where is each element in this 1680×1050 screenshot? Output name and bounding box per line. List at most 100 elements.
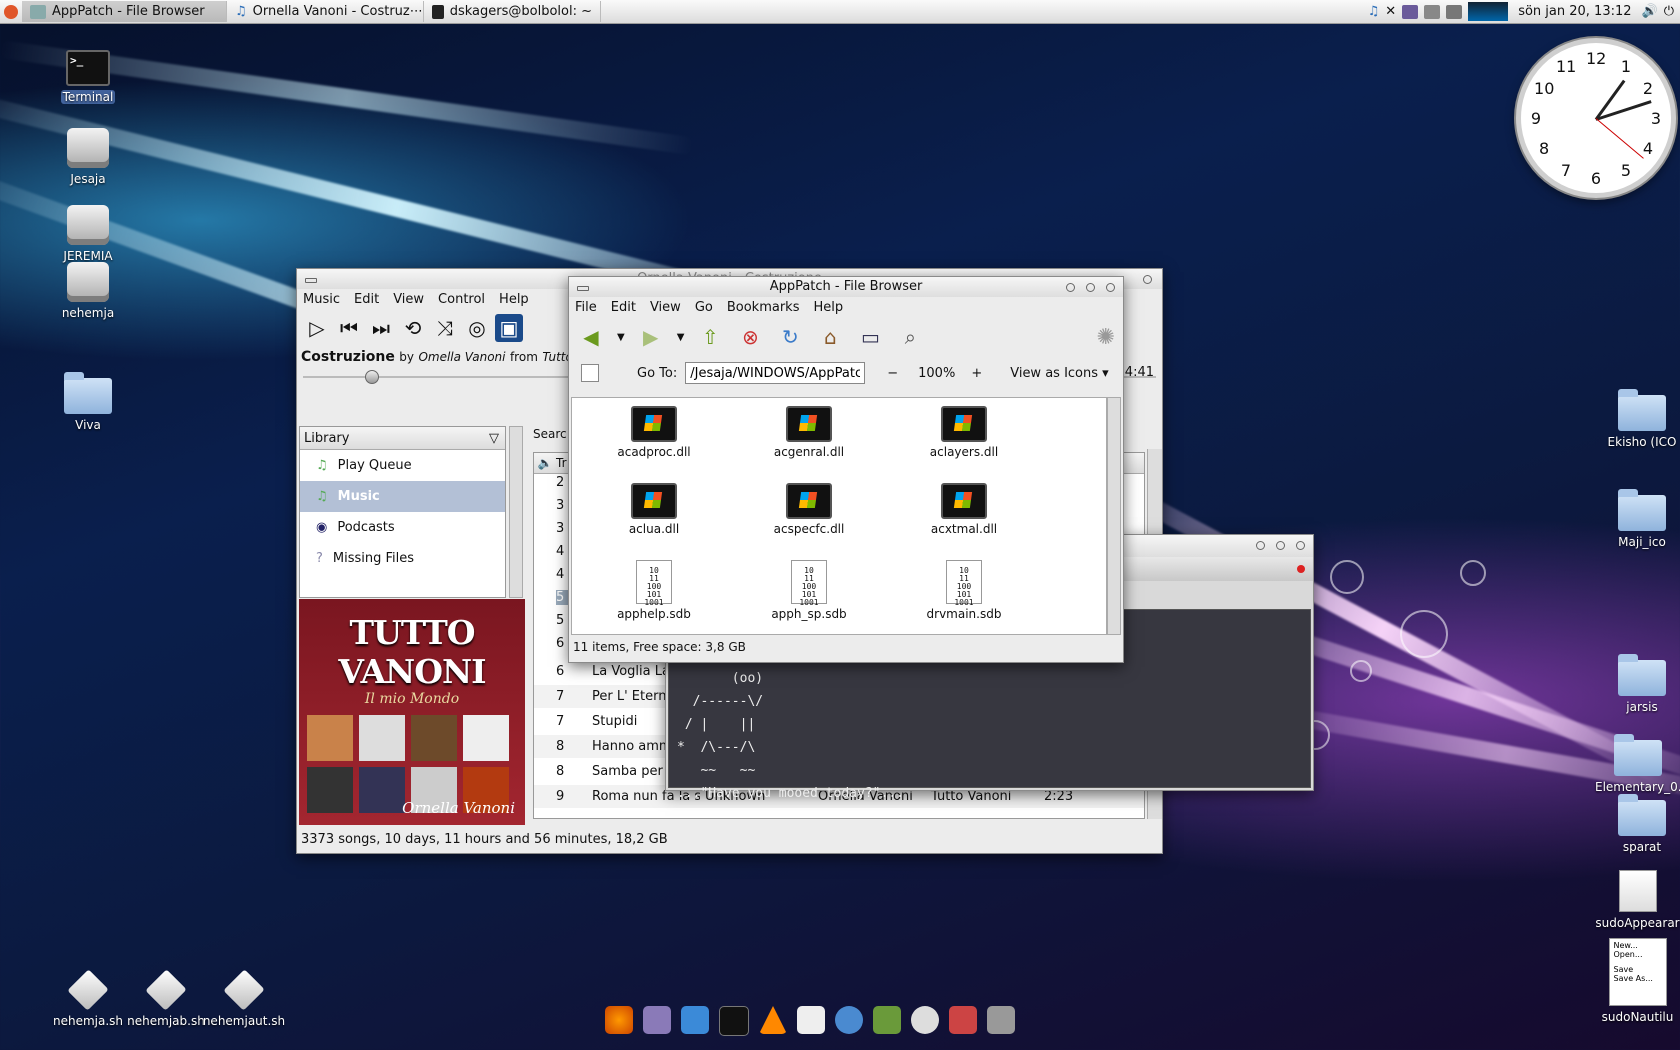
vlc-icon[interactable] [759, 1006, 787, 1034]
menu-help[interactable]: Help [813, 300, 843, 315]
ubuntu-logo-icon[interactable] [0, 1, 22, 22]
desktop-icon-jesaja[interactable]: Jesaja [43, 128, 133, 186]
forward-icon[interactable]: ▶ [637, 323, 665, 351]
column-track[interactable]: Tr [556, 456, 567, 470]
desktop-icon-viva[interactable]: Viva [43, 372, 133, 432]
system-monitor-icon[interactable] [1468, 2, 1509, 21]
track-n: 7 [556, 714, 565, 729]
file-item[interactable]: acspecfc.dll [749, 483, 869, 536]
music-player-icon[interactable] [681, 1006, 709, 1034]
file-item[interactable]: 10 11 100 101 1001 apph_sp.sdb [749, 560, 869, 621]
back-history-icon[interactable]: ▼ [617, 332, 625, 343]
browser-toggle-icon[interactable]: ▣ [495, 314, 523, 342]
view-mode-select[interactable]: View as Icons ▾ [1010, 366, 1108, 381]
next-icon[interactable]: ⏭ [367, 314, 395, 342]
desktop-icon-nehemjab-sh[interactable]: nehemjab.sh [121, 969, 211, 1028]
location-input[interactable] [685, 362, 866, 384]
menu-edit[interactable]: Edit [354, 292, 379, 307]
desktop-icon-sparat[interactable]: sparat [1602, 794, 1680, 854]
close-button[interactable] [1106, 283, 1115, 292]
menu-bookmarks[interactable]: Bookmarks [727, 300, 800, 315]
desktop-icon-nehemja[interactable]: nehemja [43, 262, 133, 320]
desktop-icon-jeremia[interactable]: JEREMIA [43, 205, 133, 263]
menu-help[interactable]: Help [499, 292, 529, 307]
desktop-icon-maji[interactable]: Maji_ico [1602, 489, 1680, 549]
previous-icon[interactable]: ⏮ [335, 314, 363, 342]
volume-icon[interactable]: 🔊 [1642, 4, 1658, 19]
desktop-icon-nehemjaut-sh[interactable]: nehemjaut.sh [199, 969, 289, 1028]
file-item[interactable]: acxtmal.dll [904, 483, 1024, 536]
reload-icon[interactable]: ↻ [776, 323, 804, 351]
menu-view[interactable]: View [650, 300, 681, 315]
lightbulb-icon[interactable] [911, 1006, 939, 1034]
forward-history-icon[interactable]: ▼ [677, 332, 685, 343]
computer-icon[interactable]: ▭ [856, 323, 884, 351]
window-menu-button[interactable] [305, 278, 317, 283]
file-scrollbar[interactable] [1107, 397, 1121, 635]
file-item[interactable]: aclua.dll [594, 483, 714, 536]
minimize-button[interactable] [1066, 283, 1075, 292]
seek-handle[interactable] [365, 370, 379, 384]
desktop-icon-ekisho[interactable]: Ekisho (ICO [1602, 389, 1680, 449]
home-icon[interactable]: ⌂ [816, 323, 844, 351]
file-item[interactable]: aclayers.dll [904, 406, 1024, 459]
file-item[interactable]: 10 11 100 101 1001 apphelp.sdb [594, 560, 714, 621]
library-item-play-queue[interactable]: ♫ Play Queue [300, 450, 505, 481]
desktop-icon-terminal[interactable]: >_ Terminal [43, 50, 133, 104]
taskbar-item-terminal[interactable]: dskagers@bolbolol: ~ [424, 1, 601, 22]
terminal-icon[interactable] [719, 1006, 749, 1036]
close-button[interactable] [1143, 275, 1152, 284]
window-menu-button[interactable] [577, 286, 589, 291]
desktop-icon-sudoappearance[interactable]: sudoAppearar [1595, 870, 1680, 930]
menu-view[interactable]: View [393, 292, 424, 307]
file-item[interactable]: 10 11 100 101 1001 drvmain.sdb [904, 560, 1024, 621]
menu-music[interactable]: Music [303, 292, 340, 307]
visualizer-icon[interactable]: ◎ [463, 314, 491, 342]
up-icon[interactable]: ⇧ [696, 323, 724, 351]
panel-clock[interactable]: sön jan 20, 13:12 [1518, 4, 1631, 19]
text-editor-icon[interactable] [797, 1006, 825, 1034]
display-icon[interactable] [1402, 4, 1419, 19]
music-applet-icon[interactable]: ♫ [1368, 4, 1380, 19]
printer-icon[interactable] [1446, 4, 1463, 19]
shuffle-icon[interactable]: ⤨ [431, 314, 459, 342]
maximize-button[interactable] [1276, 541, 1285, 550]
firefox-icon[interactable] [605, 1006, 633, 1034]
menu-edit[interactable]: Edit [611, 300, 636, 315]
book-icon[interactable] [873, 1006, 901, 1034]
taskbar-item-music-player[interactable]: ♫ Ornella Vanoni - Costruz⋯ [227, 1, 424, 22]
search-icon[interactable]: ⌕ [896, 323, 924, 351]
taskbar-item-file-browser[interactable]: AppPatch - File Browser [22, 1, 227, 22]
menu-control[interactable]: Control [438, 292, 485, 307]
tools-icon[interactable]: ✕ [1385, 4, 1396, 19]
package-icon[interactable] [949, 1006, 977, 1034]
menu-file[interactable]: File [575, 300, 597, 315]
power-icon[interactable]: ⏻ [1664, 4, 1674, 19]
library-header[interactable]: Library ▽ [300, 427, 505, 450]
play-icon[interactable]: ▷ [303, 314, 331, 342]
library-item-music[interactable]: ♫ Music [300, 481, 505, 512]
back-icon[interactable]: ◀ [577, 323, 605, 351]
close-button[interactable] [1296, 541, 1305, 550]
trash-icon[interactable] [1424, 4, 1441, 19]
minimize-button[interactable] [1256, 541, 1265, 550]
repeat-icon[interactable]: ⟲ [399, 314, 427, 342]
menu-go[interactable]: Go [695, 300, 713, 315]
drive-icon[interactable] [987, 1006, 1015, 1034]
stop-icon[interactable]: ⊗ [736, 323, 764, 351]
library-item-podcasts[interactable]: ◉ Podcasts [300, 512, 505, 543]
pidgin-icon[interactable] [643, 1006, 671, 1034]
web-browser-icon[interactable] [835, 1006, 863, 1034]
desktop-icon-nehemja-sh[interactable]: nehemja.sh [43, 969, 133, 1028]
file-item[interactable]: acgenral.dll [749, 406, 869, 459]
desktop-icon-elementary[interactable]: Elementary_0. [1595, 734, 1680, 794]
library-scrollbar[interactable] [509, 426, 523, 598]
location-toggle-button[interactable] [581, 364, 599, 382]
library-item-missing-files[interactable]: ? Missing Files [300, 543, 505, 574]
desktop-icon-sudonautilus[interactable]: New... Open... Save Save As... sudoNauti… [1595, 938, 1680, 1024]
file-item[interactable]: acadproc.dll [594, 406, 714, 459]
desktop-icon-jarsis[interactable]: jarsis [1602, 654, 1680, 714]
maximize-button[interactable] [1086, 283, 1095, 292]
zoom-in-button[interactable]: + [971, 366, 982, 381]
zoom-out-button[interactable]: − [887, 366, 898, 381]
